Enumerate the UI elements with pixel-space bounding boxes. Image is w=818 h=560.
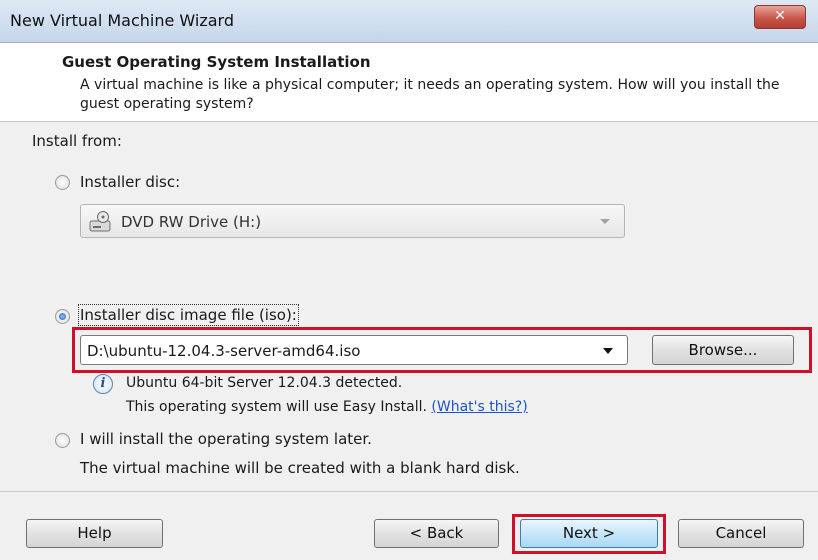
window-title: New Virtual Machine Wizard	[10, 11, 234, 30]
next-button[interactable]: Next >	[520, 519, 658, 548]
installer-disc-radio[interactable]	[55, 175, 70, 190]
whats-this-link[interactable]: (What's this?)	[431, 399, 527, 415]
easy-install-text: This operating system will use Easy Inst…	[126, 399, 427, 415]
chevron-down-icon	[600, 219, 610, 224]
dvd-drive-icon	[89, 211, 111, 232]
iso-image-radio[interactable]	[55, 309, 70, 324]
wizard-body: Install from: Installer disc: DVD RW Dri…	[0, 122, 818, 491]
install-later-radio[interactable]	[55, 433, 70, 448]
iso-image-label[interactable]: Installer disc image file (iso):	[78, 304, 299, 326]
iso-path-value: D:\ubuntu-12.04.3-server-amd64.iso	[87, 342, 361, 360]
wizard-header: Guest Operating System Installation A vi…	[0, 43, 818, 122]
detected-os-text: Ubuntu 64-bit Server 12.04.3 detected.	[126, 375, 403, 391]
close-icon: ✕	[774, 8, 786, 24]
cancel-button[interactable]: Cancel	[678, 519, 804, 548]
install-later-label[interactable]: I will install the operating system late…	[80, 430, 372, 448]
disc-drive-select[interactable]: DVD RW Drive (H:)	[80, 204, 625, 238]
info-icon: i	[93, 374, 113, 394]
close-button[interactable]: ✕	[754, 5, 806, 29]
back-button[interactable]: < Back	[374, 519, 499, 548]
install-from-label: Install from:	[32, 132, 122, 150]
title-bar: New Virtual Machine Wizard ✕	[0, 0, 818, 43]
browse-button[interactable]: Browse...	[652, 335, 794, 365]
page-description: A virtual machine is like a physical com…	[80, 77, 780, 112]
easy-install-line: This operating system will use Easy Inst…	[126, 399, 528, 415]
help-button[interactable]: Help	[26, 519, 163, 548]
chevron-down-icon[interactable]	[603, 348, 613, 354]
wizard-footer: Help < Back Next > Cancel	[0, 491, 818, 560]
installer-disc-label[interactable]: Installer disc:	[80, 173, 180, 191]
disc-drive-value: DVD RW Drive (H:)	[121, 213, 262, 231]
blank-disk-note: The virtual machine will be created with…	[80, 459, 520, 477]
page-title: Guest Operating System Installation	[62, 53, 371, 71]
iso-path-combobox[interactable]: D:\ubuntu-12.04.3-server-amd64.iso	[80, 335, 628, 365]
